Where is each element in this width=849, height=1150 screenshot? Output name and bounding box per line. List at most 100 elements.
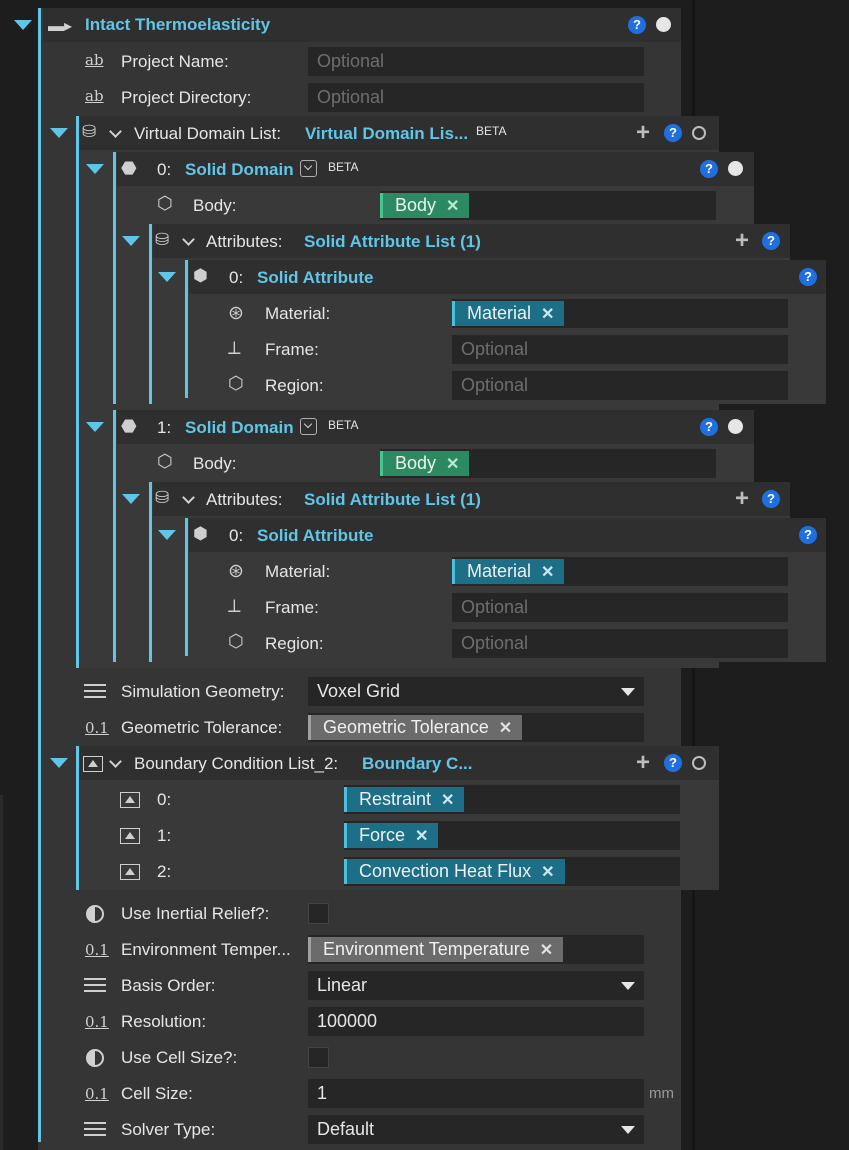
solid-attribute-0-title[interactable]: Solid Attribute (257, 268, 373, 288)
boundary-condition-list-value[interactable]: Boundary C... (362, 754, 473, 774)
attributes-value[interactable]: Solid Attribute List (1) (304, 490, 481, 510)
remove-icon[interactable]: ✕ (541, 860, 554, 885)
dropdown-arrow-icon[interactable] (621, 1126, 635, 1134)
remove-icon[interactable]: ✕ (415, 824, 428, 849)
dropdown-arrow-icon[interactable] (621, 688, 635, 696)
restraint-chip[interactable]: Restraint ✕ (344, 787, 465, 813)
domain-type-dropdown-icon[interactable] (300, 418, 317, 435)
material-chip[interactable]: Material ✕ (452, 301, 565, 327)
status-dot-icon[interactable] (728, 419, 743, 434)
use-inertial-relief-checkbox[interactable] (308, 903, 329, 924)
domain-1-title[interactable]: Solid Domain (185, 418, 294, 438)
help-icon[interactable]: ? (664, 754, 682, 772)
solid-attribute-1-title[interactable]: Solid Attribute (257, 526, 373, 546)
collapse-toggle-domain-1[interactable] (86, 422, 104, 432)
convection-heat-flux-chip[interactable]: Convection Heat Flux ✕ (344, 859, 565, 884)
material-field[interactable]: Material ✕ (452, 299, 788, 328)
domain-0-title[interactable]: Solid Domain (185, 160, 294, 180)
add-icon[interactable]: + (735, 487, 749, 511)
solid-attribute-1-accent-line (185, 518, 188, 656)
collapse-toggle-solid-attribute-1[interactable] (158, 530, 176, 540)
project-name-input[interactable]: Optional (308, 47, 644, 76)
boolean-icon (86, 1049, 104, 1067)
add-icon[interactable]: + (636, 751, 650, 775)
basis-order-select[interactable]: Linear (308, 971, 644, 1000)
help-icon[interactable]: ? (799, 526, 817, 544)
use-inertial-relief-label: Use Inertial Relief?: (121, 904, 270, 923)
add-icon[interactable]: + (636, 121, 650, 145)
decimal-field-icon: 0.1 (85, 941, 109, 959)
collapse-toggle-attributes-0[interactable] (122, 236, 140, 246)
solid-domain-icon: ⬣ (121, 158, 137, 178)
boundary-item-0-field[interactable]: Restraint ✕ (344, 785, 680, 814)
collapse-toggle-domain-0[interactable] (86, 164, 104, 174)
remove-icon[interactable]: ✕ (540, 938, 553, 963)
material-field[interactable]: Material ✕ (452, 557, 788, 586)
body-field[interactable]: Body ✕ (380, 449, 716, 478)
attributes-value[interactable]: Solid Attribute List (1) (304, 232, 481, 252)
region-input[interactable]: Optional (452, 629, 788, 658)
collapse-toggle-root[interactable] (14, 20, 32, 30)
region-input[interactable]: Optional (452, 371, 788, 400)
boundary-item-1-field[interactable]: Force ✕ (344, 821, 680, 850)
status-dot-icon[interactable] (728, 161, 743, 176)
remove-icon[interactable]: ✕ (441, 788, 454, 813)
help-icon[interactable]: ? (762, 490, 780, 508)
project-name-label: Project Name: (121, 52, 229, 71)
geometric-tolerance-label: Geometric Tolerance: (121, 718, 283, 737)
help-icon[interactable]: ? (664, 124, 682, 142)
boundary-item-0-index: 0: (157, 790, 172, 809)
body-chip[interactable]: Body ✕ (380, 451, 470, 477)
solver-type-select[interactable]: Default (308, 1115, 644, 1144)
material-label: Material: (265, 304, 331, 323)
list-select-icon (84, 978, 106, 994)
frame-input[interactable]: Optional (452, 593, 788, 622)
geometric-tolerance-field[interactable]: Geometric Tolerance ✕ (308, 713, 644, 742)
help-icon[interactable]: ? (628, 16, 646, 34)
project-directory-input[interactable]: Optional (308, 83, 644, 112)
status-ring-icon[interactable] (692, 756, 706, 770)
domain-type-dropdown-icon[interactable] (300, 160, 317, 177)
geometric-tolerance-chip[interactable]: Geometric Tolerance ✕ (308, 715, 523, 741)
collapse-toggle-solid-attribute-0[interactable] (158, 272, 176, 282)
remove-icon[interactable]: ✕ (541, 302, 554, 327)
add-icon[interactable]: + (735, 229, 749, 253)
collapse-toggle-attributes-1[interactable] (122, 494, 140, 504)
frame-input[interactable]: Optional (452, 335, 788, 364)
environment-temperature-label: Environment Temper... (121, 940, 291, 959)
material-chip[interactable]: Material ✕ (452, 559, 565, 585)
dropdown-arrow-icon[interactable] (621, 982, 635, 990)
environment-temperature-chip[interactable]: Environment Temperature ✕ (308, 937, 564, 963)
material-icon: ⊛ (228, 561, 244, 582)
solid-attribute-0-accent-line (185, 260, 188, 398)
simulation-geometry-select[interactable]: Voxel Grid (308, 677, 644, 706)
boundary-item-2-field[interactable]: Convection Heat Flux ✕ (344, 857, 680, 886)
use-cell-size-checkbox[interactable] (308, 1047, 329, 1068)
help-icon[interactable]: ? (762, 232, 780, 250)
solid-attribute-icon: ⬢ (193, 524, 208, 543)
resolution-input[interactable]: 100000 (308, 1007, 644, 1036)
body-chip[interactable]: Body ✕ (380, 193, 470, 219)
project-directory-label: Project Directory: (121, 88, 252, 107)
attribute-list-icon: ⛁ (155, 488, 170, 507)
body-field[interactable]: Body ✕ (380, 191, 716, 220)
virtual-domain-accent-line (76, 116, 79, 668)
remove-icon[interactable]: ✕ (446, 194, 459, 219)
remove-icon[interactable]: ✕ (541, 560, 554, 585)
help-icon[interactable]: ? (799, 268, 817, 286)
collapse-toggle-virtual-domain-list[interactable] (50, 128, 68, 138)
status-dot-icon[interactable] (656, 17, 671, 32)
help-icon[interactable]: ? (700, 418, 718, 436)
remove-icon[interactable]: ✕ (446, 452, 459, 477)
force-chip[interactable]: Force ✕ (344, 823, 439, 849)
virtual-domain-list-value[interactable]: Virtual Domain Lis... (305, 124, 468, 144)
environment-temperature-field[interactable]: Environment Temperature ✕ (308, 935, 644, 964)
body-label: Body: (193, 196, 237, 215)
root-title: Intact Thermoelasticity (85, 15, 271, 34)
remove-icon[interactable]: ✕ (499, 716, 512, 741)
help-icon[interactable]: ? (700, 160, 718, 178)
collapse-toggle-boundary-list[interactable] (50, 758, 68, 768)
cell-size-input[interactable]: 1 (308, 1079, 644, 1108)
status-ring-icon[interactable] (692, 126, 706, 140)
decimal-field-icon: 0.1 (85, 1013, 109, 1031)
